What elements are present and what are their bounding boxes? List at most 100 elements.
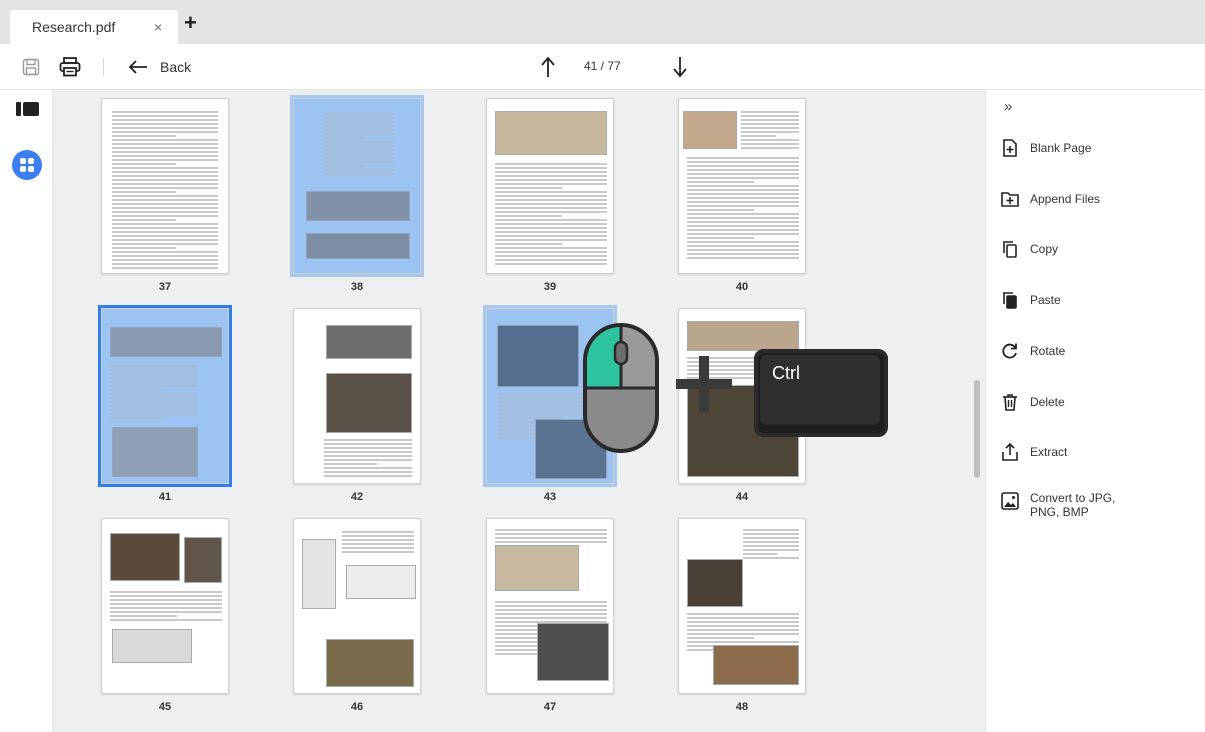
page-text-line (324, 173, 394, 175)
blank-page-button[interactable]: Blank Page (1000, 138, 1196, 168)
page-text-line (687, 213, 799, 215)
page-text-line (687, 197, 799, 199)
page-text-line (324, 475, 412, 477)
page-figure (112, 629, 192, 663)
page-text-line (110, 385, 198, 387)
page-figure (326, 373, 412, 433)
page-text-line (743, 529, 799, 531)
paste-button[interactable]: Paste (1000, 290, 1196, 320)
page-figure (683, 111, 737, 149)
page-text-line (112, 223, 218, 225)
page-text-line (687, 633, 799, 635)
delete-button[interactable]: Delete (1000, 392, 1196, 422)
page-text-line (110, 619, 222, 621)
page-thumbnail-image[interactable] (486, 98, 614, 274)
toolbar: Back 41 / 77 (0, 44, 1205, 90)
page-thumbnail-image[interactable] (486, 518, 614, 694)
convert-to-image-button[interactable]: Convert to JPG, PNG, BMP (1000, 488, 1196, 528)
page-text-line (743, 533, 799, 535)
page-thumbnail-image[interactable] (678, 518, 806, 694)
rotate-button[interactable]: Rotate (1000, 341, 1196, 371)
page-text-line (112, 167, 218, 169)
page-text-line (110, 377, 198, 379)
page-figure (112, 427, 198, 477)
page-number-label: 45 (158, 701, 172, 713)
delete-label: Delete (1030, 395, 1065, 409)
page-text-line (687, 177, 799, 179)
back-label: Back (160, 59, 192, 75)
save-icon[interactable] (18, 55, 44, 79)
page-thumbnail-image[interactable] (678, 98, 806, 274)
page-text-line (687, 245, 799, 247)
grid-scrollbar[interactable] (974, 380, 980, 478)
page-text-line (110, 393, 198, 395)
tab-close-icon[interactable]: × (154, 19, 162, 35)
page-text-line (495, 533, 607, 535)
page-thumbnail-image[interactable] (101, 518, 229, 694)
page-number-label: 43 (543, 491, 557, 503)
page-text-line (110, 397, 198, 399)
page-figure (346, 565, 416, 599)
page-number-label: 40 (735, 281, 749, 293)
grid-view-icon[interactable] (12, 150, 42, 180)
page-figure (495, 111, 607, 155)
previous-page-button[interactable] (536, 53, 560, 81)
extract-button[interactable]: Extract (1000, 442, 1196, 472)
page-actions-panel: » Blank Page Append Files Copy Paste Rot… (985, 90, 1205, 732)
collapse-panel-icon[interactable]: » (1004, 98, 1012, 115)
page-text-line (687, 621, 799, 623)
back-button[interactable]: Back (128, 55, 191, 79)
page-text-line (495, 247, 607, 249)
copy-button[interactable]: Copy (1000, 239, 1196, 269)
page-text-line (112, 171, 218, 173)
page-text-line (687, 617, 799, 619)
page-text-line (110, 607, 222, 609)
page-text-line (112, 151, 218, 153)
page-text-line (497, 417, 562, 419)
page-text-line (687, 209, 755, 211)
page-thumbnail-image[interactable] (101, 98, 229, 274)
page-text-line (342, 551, 414, 553)
tab-research-pdf[interactable]: Research.pdf × (10, 10, 178, 44)
page-thumbnail-image[interactable] (98, 305, 232, 487)
page-text-line (112, 267, 218, 269)
copy-icon (1003, 241, 1017, 258)
page-text-line (495, 195, 607, 197)
page-text-line (743, 541, 799, 543)
page-text-line (324, 145, 394, 147)
page-text-line (324, 117, 394, 119)
single-page-view-icon[interactable] (16, 100, 40, 118)
page-number-label: 42 (350, 491, 364, 503)
page-text-line (495, 211, 607, 213)
page-text-line (324, 443, 412, 445)
page-text-line (112, 139, 218, 141)
page-text-line (324, 129, 394, 131)
append-files-button[interactable]: Append Files (1000, 189, 1196, 219)
page-text-line (741, 143, 799, 145)
next-page-button[interactable] (668, 53, 692, 81)
page-text-line (324, 149, 394, 151)
page-thumbnail-image[interactable] (293, 518, 421, 694)
page-text-line (112, 219, 176, 221)
page-text-line (495, 163, 607, 165)
page-text-line (743, 545, 799, 547)
page-thumbnail-image[interactable] (290, 95, 424, 277)
page-text-line (112, 115, 218, 117)
page-text-line (495, 223, 607, 225)
page-text-line (112, 155, 218, 157)
new-tab-icon[interactable]: + (184, 12, 197, 34)
page-text-line (741, 119, 799, 121)
page-text-line (112, 159, 218, 161)
page-text-line (495, 187, 563, 189)
page-number-label: 44 (735, 491, 749, 503)
page-text-line (112, 227, 218, 229)
print-icon[interactable] (56, 54, 84, 80)
page-text-line (324, 121, 394, 123)
page-text-line (112, 263, 218, 265)
page-text-line (687, 249, 799, 251)
page-text-line (112, 251, 218, 253)
page-text-line (110, 417, 163, 419)
page-figure (306, 233, 410, 259)
page-thumbnail-image[interactable] (293, 308, 421, 484)
page-text-line (110, 591, 222, 593)
